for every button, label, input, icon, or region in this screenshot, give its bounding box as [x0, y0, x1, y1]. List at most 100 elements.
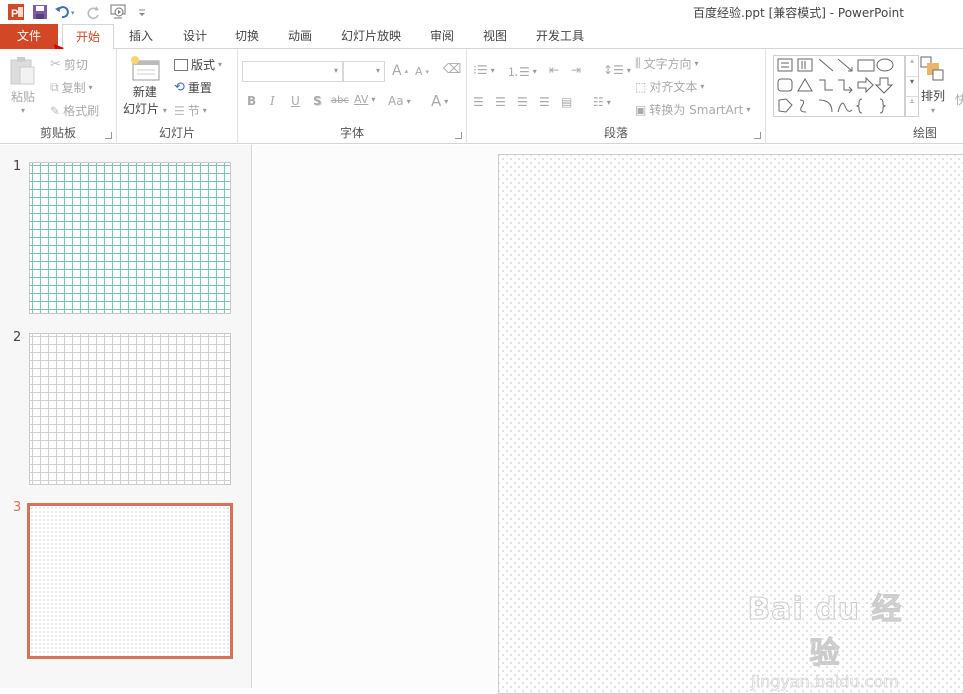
group-slides: 新建 幻灯片 ▾ 版式 ▾ ⟲ 重置 ☰ 节 ▾ 幻灯片	[117, 49, 238, 144]
ribbon: 粘贴 ▾ ✂ 剪切 ⧉ 复制 ▾ ✎ 格式刷 剪贴板 新建 幻灯片 ▾ 版式 ▾	[0, 49, 963, 144]
clear-formatting-button[interactable]: ⌫	[443, 62, 461, 77]
convert-smartart-button[interactable]: ▣ 转换为 SmartArt ▾	[635, 101, 750, 118]
drawing-group-label: 绘图	[912, 126, 937, 140]
strikethrough-button[interactable]: abc	[331, 95, 349, 106]
section-button[interactable]: ☰ 节 ▾	[174, 102, 207, 119]
arrange-button[interactable]: 排列 ▾	[919, 55, 947, 115]
align-center-button[interactable]: ☰	[495, 95, 506, 109]
paragraph-dialog-launcher[interactable]	[754, 132, 761, 139]
slide-number: 3	[13, 500, 22, 515]
section-label: 节	[187, 104, 200, 118]
customize-qat-icon[interactable]	[132, 2, 152, 22]
text-direction-button[interactable]: ⫼ 文字方向 ▾	[635, 55, 699, 72]
change-case-icon: Aa	[388, 94, 404, 108]
italic-icon: I	[270, 94, 275, 108]
tab-design[interactable]: 设计	[175, 24, 215, 49]
eraser-icon: ⌫	[443, 62, 462, 77]
align-text-button[interactable]: ⬚ 对齐文本 ▾	[635, 78, 704, 95]
start-slideshow-icon[interactable]	[108, 2, 128, 22]
svg-text:P: P	[11, 8, 18, 20]
copy-button[interactable]: ⧉ 复制 ▾	[50, 79, 93, 96]
clipboard-dialog-launcher[interactable]	[105, 132, 112, 139]
new-slide-icon	[130, 56, 160, 81]
bold-button[interactable]: B	[247, 94, 256, 108]
bullets-icon: ⁝☰	[473, 63, 488, 77]
text-direction-icon: ⫼	[635, 56, 641, 70]
paste-button[interactable]: 粘贴 ▾	[8, 55, 38, 115]
shapes-gallery-scrollbar[interactable]: ▴ ▾ ⩡	[905, 55, 919, 117]
font-dialog-launcher[interactable]	[455, 132, 462, 139]
shrink-font-icon: A	[415, 65, 423, 78]
tab-review[interactable]: 审阅	[422, 24, 462, 49]
tab-developer[interactable]: 开发工具	[529, 24, 591, 49]
undo-icon[interactable]: ▾	[54, 2, 80, 22]
font-color-button[interactable]: A ▾	[431, 92, 448, 110]
character-spacing-button[interactable]: AV ▾	[354, 93, 375, 106]
reset-button[interactable]: ⟲ 重置	[174, 79, 212, 96]
quick-styles-button[interactable]: 快	[955, 91, 963, 108]
tab-animations[interactable]: 动画	[280, 24, 320, 49]
bullets-button[interactable]: ⁝☰ ▾	[473, 63, 495, 77]
slides-group-label: 幻灯片	[158, 126, 195, 140]
clipboard-icon	[10, 57, 35, 85]
line-spacing-button[interactable]: ↕☰ ▾	[603, 63, 631, 77]
cut-button[interactable]: ✂ 剪切	[50, 56, 88, 73]
font-size-combobox[interactable]: ▾	[343, 61, 385, 82]
gallery-more-icon[interactable]: ⩡	[906, 96, 918, 116]
tab-transitions[interactable]: 切换	[227, 24, 267, 49]
underline-button[interactable]: U	[291, 94, 300, 108]
tab-view[interactable]: 视图	[475, 24, 515, 49]
gallery-scroll-down-icon[interactable]: ▾	[906, 76, 918, 96]
gallery-scroll-up-icon[interactable]: ▴	[906, 56, 918, 76]
shrink-font-button[interactable]: A ▾	[415, 65, 429, 78]
line-spacing-icon: ↕☰	[603, 63, 624, 77]
justify-button[interactable]: ☰	[539, 95, 550, 109]
align-left-button[interactable]: ☰	[473, 95, 484, 109]
increase-indent-button[interactable]: ⇥	[571, 63, 581, 77]
align-right-button[interactable]: ☰	[517, 95, 528, 109]
shapes-gallery[interactable]	[773, 55, 905, 117]
watermark-logo: Bai du 经验	[747, 592, 903, 672]
text-shadow-icon: S	[313, 94, 322, 108]
group-paragraph: ⁝☰ ▾ ⒈☰ ▾ ⇤ ⇥ ↕☰ ▾ ☰ ☰ ☰ ☰ ▤ ☷ ▾ ⫼ 文字方向 ▾ ⬚ 对齐文…	[467, 49, 766, 144]
slide-thumbnail-3-selected[interactable]	[27, 503, 233, 659]
numbering-button[interactable]: ⒈☰ ▾	[507, 63, 537, 80]
tab-file[interactable]: 文件	[0, 24, 58, 49]
slide-thumbnail-2[interactable]	[29, 333, 231, 485]
powerpoint-logo-icon[interactable]: P	[6, 2, 26, 22]
redo-icon[interactable]	[84, 2, 104, 22]
decrease-indent-button[interactable]: ⇤	[549, 63, 559, 77]
distributed-button[interactable]: ▤	[561, 95, 572, 109]
format-painter-button[interactable]: ✎ 格式刷	[50, 102, 99, 119]
layout-button[interactable]: 版式 ▾	[174, 56, 222, 73]
save-icon[interactable]	[30, 2, 50, 22]
svg-text:▾: ▾	[71, 9, 75, 17]
tab-insert[interactable]: 插入	[121, 24, 161, 49]
copy-icon: ⧉	[50, 80, 59, 94]
tab-slideshow[interactable]: 幻灯片放映	[333, 24, 409, 49]
slides-thumbnail-pane: 1 2 3	[0, 145, 252, 688]
paintbrush-icon: ✎	[50, 103, 61, 118]
convert-smartart-label: 转换为 SmartArt	[649, 103, 744, 117]
italic-button[interactable]: I	[270, 94, 275, 108]
copy-label: 复制	[61, 81, 86, 95]
new-slide-button[interactable]: 新建 幻灯片 ▾	[123, 55, 167, 117]
group-font: ▾ ▾ A ▴ A ▾ ⌫ B I U S abc AV ▾ Aa ▾ A ▾ 字体	[238, 49, 467, 144]
shadow-button[interactable]: S	[313, 94, 322, 108]
paste-label: 粘贴	[10, 90, 35, 104]
new-slide-label-line1: 新建	[132, 85, 157, 99]
smartart-icon: ▣	[635, 102, 647, 117]
section-icon: ☰	[174, 103, 185, 118]
layout-icon	[174, 58, 188, 71]
align-text-icon: ⬚	[635, 79, 647, 94]
change-case-button[interactable]: Aa ▾	[388, 94, 411, 108]
ribbon-tabs: 文件 开始 插入 设计 切换 动画 幻灯片放映 审阅 视图 开发工具	[0, 24, 963, 50]
grow-font-button[interactable]: A ▴	[392, 63, 408, 79]
font-name-combobox[interactable]: ▾	[242, 61, 343, 82]
decrease-indent-icon: ⇤	[549, 63, 560, 77]
new-slide-label-line2: 幻灯片	[123, 102, 160, 116]
columns-button[interactable]: ☷ ▾	[593, 95, 611, 109]
slide-thumbnail-1[interactable]	[29, 162, 231, 314]
slide-number: 1	[13, 159, 22, 174]
character-spacing-icon: AV	[354, 93, 369, 106]
